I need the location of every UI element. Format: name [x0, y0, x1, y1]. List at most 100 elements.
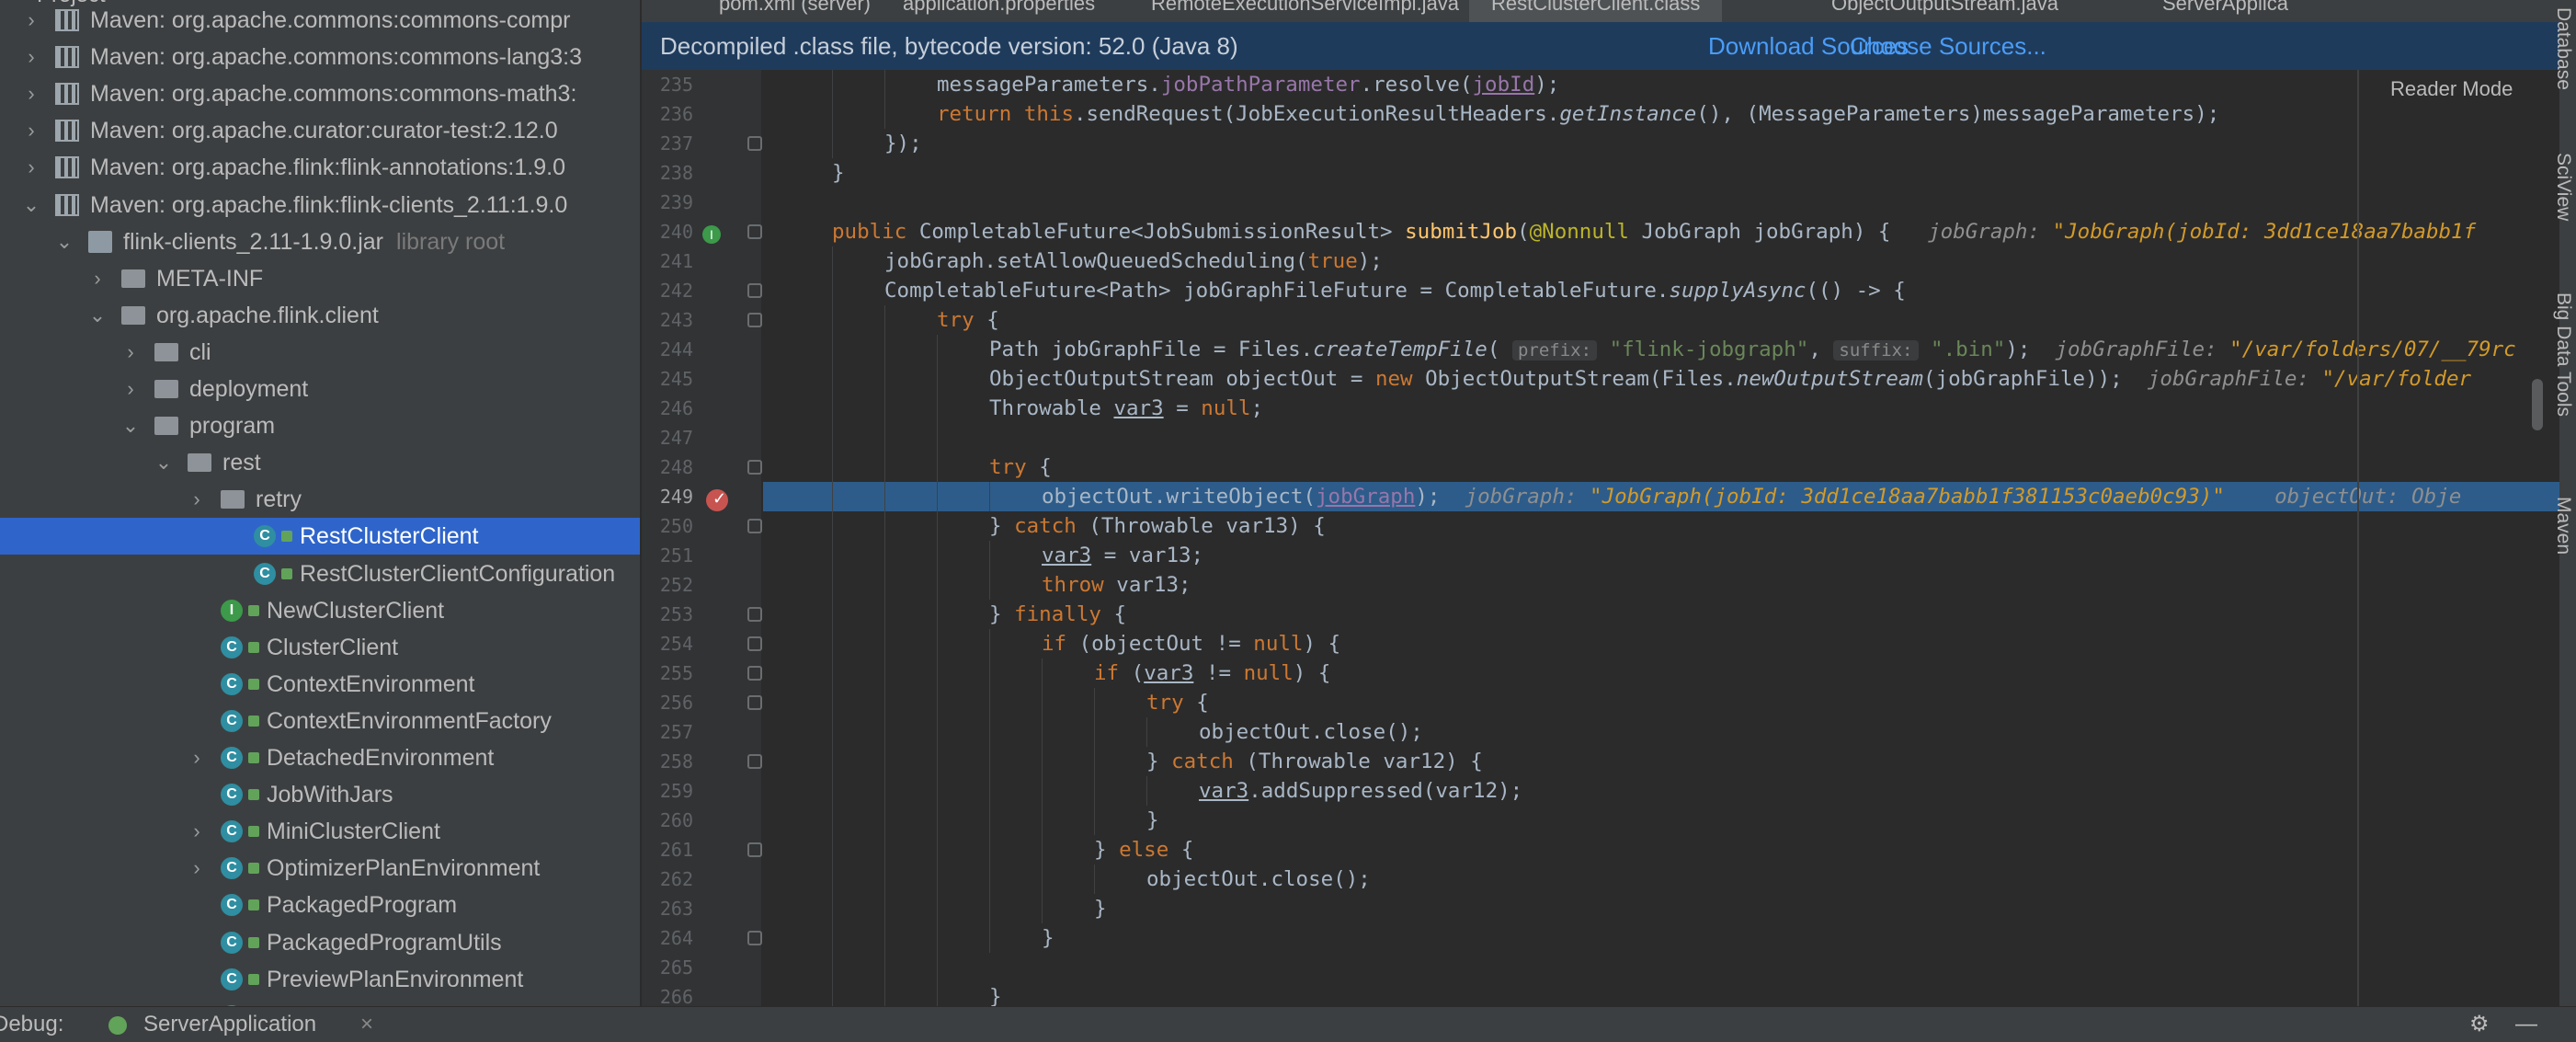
code-line[interactable]: } finally { [763, 600, 2559, 629]
chevron-right-icon[interactable]: › [22, 39, 40, 75]
chevron-down-icon[interactable]: ⌄ [22, 187, 40, 223]
code-line[interactable]: try { [763, 688, 2559, 717]
chevron-right-icon[interactable]: › [121, 334, 140, 371]
fold-marker-icon[interactable] [747, 607, 762, 622]
fold-marker-icon[interactable] [747, 931, 762, 945]
close-session-icon[interactable]: × [360, 1007, 373, 1042]
fold-marker-icon[interactable] [747, 460, 762, 475]
editor-tab[interactable]: ObjectOutputStream.java [1809, 0, 2080, 22]
sciview-tool-tab[interactable]: SciView [2552, 153, 2574, 221]
code-line[interactable]: messageParameters.jobPathParameter.resol… [763, 70, 2559, 99]
chevron-right-icon[interactable]: › [22, 149, 40, 186]
gear-icon[interactable]: ⚙ [2469, 1007, 2490, 1042]
tree-item[interactable]: C PackagedProgramUtils [0, 924, 640, 961]
code-line[interactable]: } [763, 923, 2559, 953]
code-line[interactable]: objectOut.close(); [763, 717, 2559, 747]
chevron-right-icon[interactable]: › [188, 739, 206, 776]
editor-tab[interactable]: application.properties [881, 0, 1117, 22]
tree-item[interactable]: C PackagedProgram [0, 887, 640, 923]
code-line[interactable]: } [763, 158, 2559, 188]
tree-item[interactable]: › C MiniClusterClient [0, 813, 640, 850]
tree-item[interactable]: › META-INF [0, 260, 640, 297]
code-line[interactable]: try { [763, 452, 2559, 482]
tree-item[interactable]: C JobWithJars [0, 776, 640, 813]
code-line[interactable]: objectOut.close(); [763, 865, 2559, 894]
reader-mode-toggle[interactable]: Reader Mode [2390, 77, 2513, 101]
chevron-right-icon[interactable]: › [188, 813, 206, 850]
tree-item[interactable]: ⌄ program [0, 407, 640, 444]
maven-tool-tab[interactable]: Maven [2552, 497, 2574, 555]
code-line[interactable]: } else { [763, 835, 2559, 865]
tree-item[interactable]: C RestClusterClient [0, 518, 640, 555]
tree-item[interactable]: › Maven: org.apache.curator:curator-test:… [0, 112, 640, 149]
tree-item[interactable]: ⌄ org.apache.flink.client [0, 297, 640, 334]
fold-marker-icon[interactable] [747, 842, 762, 857]
tree-item[interactable]: CProgramInvocationException [0, 998, 640, 1006]
code-line[interactable]: CompletableFuture<Path> jobGraphFileFutu… [763, 276, 2559, 305]
editor-tab[interactable]: RestClusterClient.class [1469, 0, 1723, 22]
code-editor[interactable]: messageParameters.jobPathParameter.resol… [763, 70, 2559, 1006]
chevron-right-icon[interactable]: › [22, 112, 40, 149]
fold-marker-icon[interactable] [747, 136, 762, 151]
code-line[interactable]: } catch (Throwable var12) { [763, 747, 2559, 776]
fold-marker-icon[interactable] [747, 754, 762, 769]
tree-item[interactable]: › C OptimizerPlanEnvironment [0, 850, 640, 887]
chevron-down-icon[interactable]: ⌄ [55, 223, 74, 260]
code-line[interactable]: throw var13; [763, 570, 2559, 600]
code-line[interactable]: Throwable var3 = null; [763, 394, 2559, 423]
code-line[interactable]: public CompletableFuture<JobSubmissionRe… [763, 217, 2559, 246]
code-line[interactable]: } [763, 982, 2559, 1006]
tree-item[interactable]: › deployment [0, 371, 640, 407]
implements-method-icon[interactable]: I [702, 225, 721, 244]
code-line[interactable]: try { [763, 305, 2559, 335]
code-line[interactable]: }); [763, 129, 2559, 158]
tree-item[interactable]: C PreviewPlanEnvironment [0, 961, 640, 998]
fold-marker-icon[interactable] [747, 519, 762, 533]
tree-item[interactable]: › Maven: org.apache.flink:flink-annotatio… [0, 149, 640, 186]
code-line[interactable]: var3 = var13; [763, 541, 2559, 570]
chevron-right-icon[interactable]: › [88, 260, 107, 297]
chevron-down-icon[interactable]: ⌄ [154, 444, 173, 481]
code-line[interactable]: return this.sendRequest(JobExecutionResu… [763, 99, 2559, 129]
editor-tab[interactable]: RemoteExecutionServiceImpl.java [1129, 0, 1481, 22]
tree-item[interactable]: › Maven: org.apache.commons:commons-lang3… [0, 39, 640, 75]
fold-marker-icon[interactable] [747, 666, 762, 681]
chevron-right-icon[interactable]: › [121, 371, 140, 407]
code-line[interactable]: if (objectOut != null) { [763, 629, 2559, 658]
tree-item[interactable]: › retry [0, 481, 640, 518]
tree-item[interactable]: › Maven: org.apache.commons:commons-math3… [0, 75, 640, 112]
editor-scrollbar[interactable] [2532, 379, 2543, 430]
code-line[interactable] [763, 188, 2559, 217]
chevron-down-icon[interactable]: ⌄ [88, 297, 107, 334]
tree-item[interactable]: C RestClusterClientConfiguration [0, 555, 640, 592]
chevron-right-icon[interactable]: › [188, 850, 206, 887]
code-line[interactable]: } catch (Throwable var13) { [763, 511, 2559, 541]
code-line[interactable]: } [763, 806, 2559, 835]
code-line[interactable]: ObjectOutputStream objectOut = new Objec… [763, 364, 2559, 394]
code-line[interactable]: objectOut.writeObject(jobGraph); jobGrap… [763, 482, 2559, 511]
tree-item[interactable]: I NewClusterClient [0, 592, 640, 629]
code-line[interactable] [763, 953, 2559, 982]
chevron-right-icon[interactable]: › [22, 75, 40, 112]
tree-item[interactable]: C ContextEnvironment [0, 666, 640, 703]
fold-marker-icon[interactable] [747, 224, 762, 239]
code-line[interactable] [763, 423, 2559, 452]
choose-sources-link[interactable]: Choose Sources... [1850, 22, 2046, 70]
code-line[interactable]: if (var3 != null) { [763, 658, 2559, 688]
debug-session-tab[interactable]: ServerApplication [143, 1007, 316, 1042]
minimize-icon[interactable]: — [2515, 1007, 2537, 1042]
tree-item[interactable]: C ContextEnvironmentFactory [0, 703, 640, 739]
chevron-down-icon[interactable]: ⌄ [121, 407, 140, 444]
fold-marker-icon[interactable] [747, 313, 762, 327]
fold-marker-icon[interactable] [747, 695, 762, 710]
tree-item[interactable]: › Maven: org.apache.commons:commons-compr [0, 2, 640, 39]
tree-item[interactable]: ⌄ Maven: org.apache.flink:flink-clients_2… [0, 187, 640, 223]
database-tool-tab[interactable]: Database [2552, 7, 2574, 90]
tree-item[interactable]: C ClusterClient [0, 629, 640, 666]
tree-item[interactable]: › C DetachedEnvironment [0, 739, 640, 776]
chevron-right-icon[interactable]: › [188, 481, 206, 518]
tree-item[interactable]: ⌄ flink-clients_2.11-1.9.0.jar library roo… [0, 223, 640, 260]
code-line[interactable]: Path jobGraphFile = Files.createTempFile… [763, 335, 2559, 364]
tree-item[interactable]: › cli [0, 334, 640, 371]
tree-item[interactable]: ⌄ rest [0, 444, 640, 481]
